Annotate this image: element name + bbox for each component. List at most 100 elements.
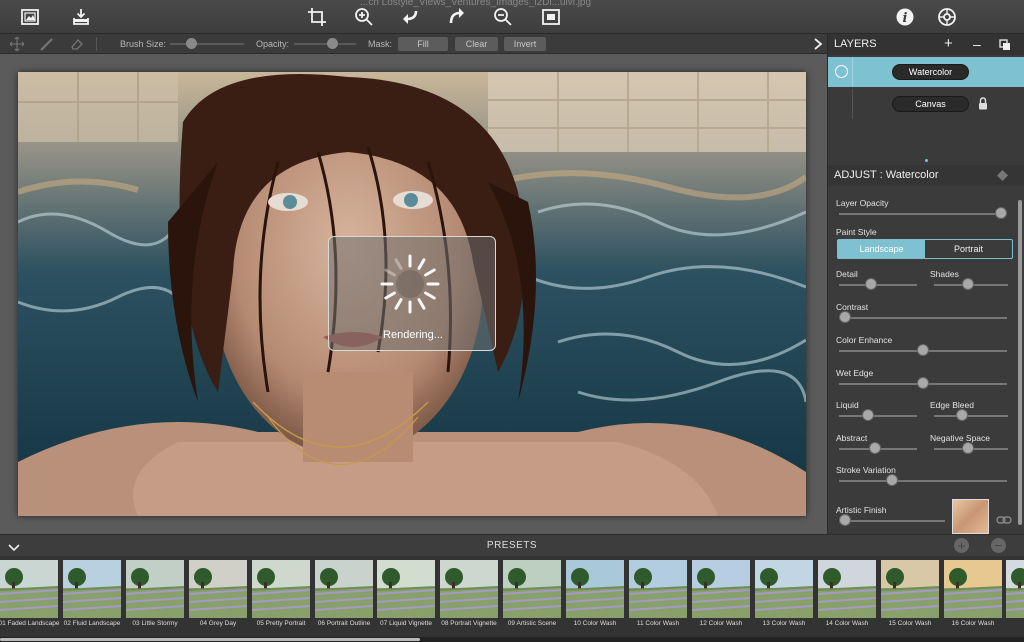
preset-label: 16 Color Wash xyxy=(951,620,995,627)
svg-text:i: i xyxy=(903,11,908,26)
add-preset-icon[interactable]: + xyxy=(954,538,969,553)
preset-label: 13 Color Wash xyxy=(762,620,806,627)
preset-label: 10 Color Wash xyxy=(573,620,617,627)
layers-list: Watercolor Canvas xyxy=(828,55,1024,165)
opacity-track[interactable] xyxy=(294,43,356,45)
presets-scroll-thumb[interactable] xyxy=(0,638,420,641)
zoom-in-icon[interactable] xyxy=(352,6,376,28)
edge-bleed-knob[interactable] xyxy=(955,409,968,421)
contrast-knob[interactable] xyxy=(839,311,851,323)
adjust-panel: ADJUST : Watercolor Layer Opacity Paint … xyxy=(828,165,1024,534)
link-icon[interactable] xyxy=(996,512,1012,524)
preset-thumbnail[interactable] xyxy=(126,560,184,618)
stroke-variation-track[interactable] xyxy=(839,480,1007,482)
layer-opacity-knob[interactable] xyxy=(995,207,1007,219)
artistic-finish-knob[interactable] xyxy=(839,514,851,526)
opacity-knob[interactable] xyxy=(327,38,339,49)
app-window: ...ch Lostyle_Views_Ventures_Images_i2Di… xyxy=(0,0,1024,642)
contrast-label: Contrast xyxy=(836,302,869,312)
edge-bleed-track[interactable] xyxy=(934,415,1008,417)
preset-thumbnail[interactable] xyxy=(440,560,498,618)
preset-thumbnail[interactable] xyxy=(944,560,1002,618)
stroke-variation-knob[interactable] xyxy=(885,474,898,486)
color-enhance-label: Color Enhance xyxy=(836,335,893,345)
paint-style-portrait-option[interactable]: Portrait xyxy=(925,240,1012,258)
fit-image-icon[interactable] xyxy=(539,6,563,28)
canvas-area[interactable]: Rendering... xyxy=(0,54,827,534)
brush-size-track[interactable] xyxy=(170,43,244,45)
layer-name-canvas[interactable]: Canvas xyxy=(892,96,969,112)
wet-edge-knob[interactable] xyxy=(917,377,929,389)
preset-label: 14 Color Wash xyxy=(825,620,869,627)
negative-space-knob[interactable] xyxy=(961,442,974,454)
remove-preset-icon[interactable]: – xyxy=(991,538,1006,553)
add-layer-icon[interactable]: + xyxy=(944,35,953,52)
mask-clear-button[interactable]: Clear xyxy=(455,37,498,51)
preset-label: 01 Faded Landscape xyxy=(0,620,60,627)
preset-thumbnail[interactable] xyxy=(189,560,247,618)
paint-style-segmented-control: Landscape Portrait xyxy=(837,239,1013,259)
liquid-track[interactable] xyxy=(839,415,917,417)
liquid-knob[interactable] xyxy=(862,409,875,421)
preset-thumbnail[interactable] xyxy=(755,560,813,618)
preset-thumbnail[interactable] xyxy=(692,560,750,618)
shades-label: Shades xyxy=(930,269,959,279)
preset-label: 08 Portrait Vignette xyxy=(441,620,497,627)
preset-thumbnail[interactable] xyxy=(818,560,876,618)
redo-icon[interactable] xyxy=(445,6,469,28)
save-icon[interactable] xyxy=(69,6,93,28)
presets-scrollbar[interactable] xyxy=(0,637,1024,642)
preset-label: 09 Artistic Scene xyxy=(507,620,557,627)
preset-thumbnail[interactable] xyxy=(503,560,561,618)
eraser-icon[interactable] xyxy=(70,37,84,51)
brush-size-label: Brush Size: xyxy=(120,39,167,49)
open-image-icon[interactable] xyxy=(18,6,42,28)
preset-thumbnail[interactable] xyxy=(881,560,939,618)
layer-opacity-track[interactable] xyxy=(839,213,1007,215)
contrast-track[interactable] xyxy=(839,317,1007,319)
layer-name-watercolor[interactable]: Watercolor xyxy=(892,64,969,80)
shades-knob[interactable] xyxy=(961,278,974,290)
color-enhance-knob[interactable] xyxy=(917,344,929,356)
crop-icon[interactable] xyxy=(305,6,329,28)
mask-invert-button[interactable]: Invert xyxy=(504,37,546,51)
detail-track[interactable] xyxy=(839,284,917,286)
preset-thumbnail[interactable] xyxy=(629,560,687,618)
adjust-scrollbar[interactable] xyxy=(1018,200,1022,525)
reset-adjust-icon[interactable] xyxy=(996,169,1009,182)
remove-layer-icon[interactable]: – xyxy=(973,36,981,52)
loading-spinner-icon xyxy=(380,254,440,314)
artistic-finish-texture-swatch[interactable] xyxy=(952,499,989,534)
preset-label: 11 Color Wash xyxy=(636,620,680,627)
abstract-knob[interactable] xyxy=(868,442,881,454)
move-icon[interactable] xyxy=(9,36,25,52)
layer-visibility-icon[interactable] xyxy=(835,65,848,78)
preset-thumbnail[interactable] xyxy=(252,560,310,618)
settings-icon[interactable] xyxy=(935,6,959,28)
preset-thumbnail[interactable] xyxy=(377,560,435,618)
panel-resize-handle[interactable] xyxy=(925,159,928,162)
layer-row-watercolor[interactable]: Watercolor xyxy=(828,57,1024,87)
mask-fill-button[interactable]: Fill xyxy=(398,37,448,51)
preset-label: 12 Color Wash xyxy=(699,620,743,627)
undo-icon[interactable] xyxy=(398,6,422,28)
preset-thumbnail[interactable] xyxy=(315,560,373,618)
brush-icon[interactable] xyxy=(40,37,54,51)
preset-thumbnail[interactable] xyxy=(0,560,58,618)
opacity-label: Opacity: xyxy=(256,39,290,49)
preset-thumbnail[interactable] xyxy=(1006,560,1024,618)
zoom-out-icon[interactable] xyxy=(491,6,515,28)
preset-thumbnail[interactable] xyxy=(63,560,121,618)
info-icon[interactable]: i xyxy=(893,6,917,28)
duplicate-layer-icon[interactable] xyxy=(999,39,1011,51)
paint-style-landscape-option[interactable]: Landscape xyxy=(838,240,925,258)
chevron-right-icon[interactable] xyxy=(811,36,825,52)
preset-thumbnail[interactable] xyxy=(566,560,624,618)
brush-size-knob[interactable] xyxy=(185,38,197,49)
layer-row-canvas[interactable]: Canvas xyxy=(828,89,1024,119)
adjust-header: ADJUST : Watercolor xyxy=(828,165,1024,186)
detail-knob[interactable] xyxy=(865,278,878,290)
paint-style-label: Paint Style xyxy=(836,227,877,237)
lock-icon[interactable] xyxy=(978,97,988,110)
artistic-finish-track[interactable] xyxy=(839,520,945,522)
